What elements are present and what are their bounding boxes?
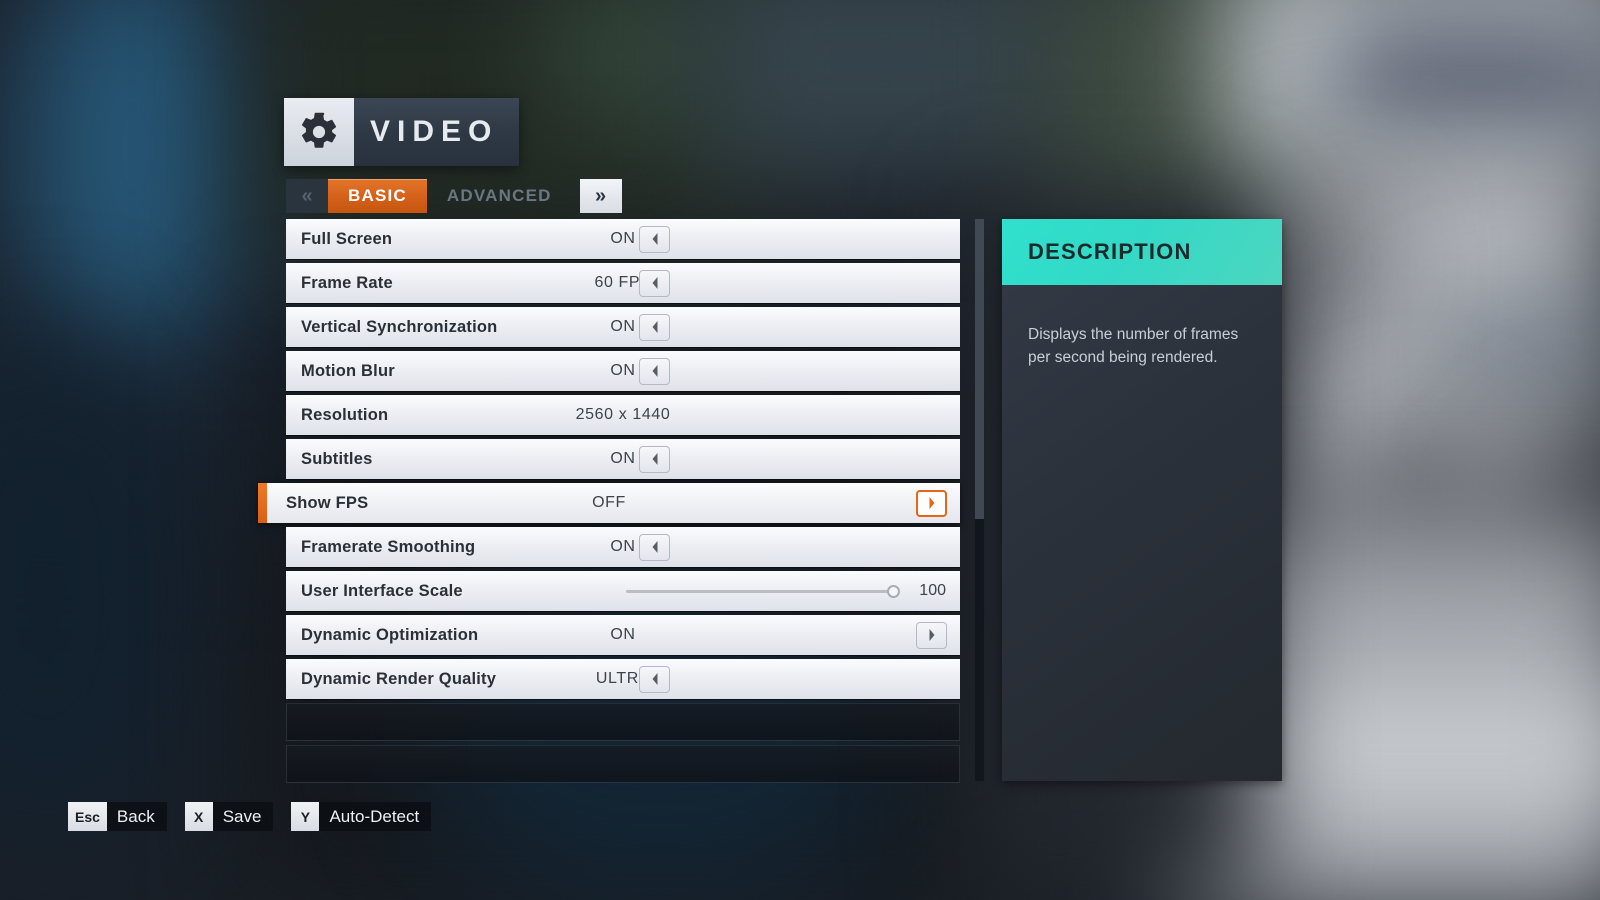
setting-label: Resolution <box>301 405 389 424</box>
setting-label: User Interface Scale <box>301 581 463 600</box>
chevron-left-icon[interactable] <box>639 357 670 385</box>
tab-advanced-label: ADVANCED <box>446 186 552 205</box>
description-body: Displays the number of frames per second… <box>1002 285 1282 370</box>
hint-save[interactable]: X Save <box>184 802 274 831</box>
gear-icon <box>284 98 354 166</box>
description-text: Displays the number of frames per second… <box>1028 326 1239 367</box>
setting-row-frame-rate[interactable]: Frame Rate 60 FPS <box>286 263 960 303</box>
footer-hints: Esc Back X Save Y Auto-Detect <box>68 802 432 831</box>
chevron-right-icon[interactable] <box>916 621 947 649</box>
selection-indicator <box>258 483 267 523</box>
hint-label: Back <box>116 806 155 826</box>
double-chevron-left-icon[interactable]: « <box>286 179 328 213</box>
setting-row-show-fps[interactable]: Show FPS OFF <box>258 483 960 523</box>
key-badge: Esc <box>68 802 107 831</box>
hint-label: Auto-Detect <box>329 806 420 826</box>
setting-row-dynamic-render-quality[interactable]: Dynamic Render Quality ULTRA <box>286 659 960 699</box>
setting-label: Subtitles <box>301 449 373 468</box>
description-heading: DESCRIPTION <box>1028 239 1192 264</box>
setting-row-subtitles[interactable]: Subtitles ON <box>286 439 960 479</box>
setting-label: Frame Rate <box>301 273 393 292</box>
chevron-right-icon[interactable] <box>916 489 947 517</box>
key-badge: X <box>184 802 213 831</box>
chevron-left-icon[interactable] <box>639 269 670 297</box>
setting-label: Motion Blur <box>301 361 395 380</box>
chevron-left-icon[interactable] <box>639 225 670 253</box>
setting-label: Show FPS <box>286 493 369 512</box>
setting-row-empty <box>286 703 960 741</box>
tab-bar: « BASIC ADVANCED » <box>286 179 622 213</box>
settings-list: Full Screen ON Frame Rate 60 FPS Vertica… <box>258 219 960 787</box>
setting-row-resolution[interactable]: Resolution 2560 x 1440 <box>286 395 960 435</box>
description-panel: DESCRIPTION Displays the number of frame… <box>1002 219 1282 781</box>
setting-row-full-screen[interactable]: Full Screen ON <box>286 219 960 259</box>
chevron-left-icon[interactable] <box>639 665 670 693</box>
ui-scale-slider[interactable] <box>626 584 900 598</box>
list-scrollbar[interactable] <box>975 219 984 781</box>
setting-row-empty <box>286 745 960 783</box>
setting-label: Vertical Synchronization <box>301 317 498 336</box>
description-header: DESCRIPTION <box>1002 219 1282 285</box>
hint-back[interactable]: Esc Back <box>68 802 167 831</box>
setting-row-framerate-smoothing[interactable]: Framerate Smoothing ON <box>286 527 960 567</box>
page-title: VIDEO <box>370 115 499 148</box>
setting-value: ON <box>610 450 636 467</box>
tab-basic-label: BASIC <box>348 186 407 205</box>
setting-label: Framerate Smoothing <box>301 537 476 556</box>
setting-label: Dynamic Render Quality <box>301 669 497 688</box>
chevron-left-icon[interactable] <box>639 313 670 341</box>
setting-row-motion-blur[interactable]: Motion Blur ON <box>286 351 960 391</box>
key-badge: Y <box>291 802 320 831</box>
page-header: VIDEO <box>284 98 519 166</box>
slider-knob[interactable] <box>887 584 900 598</box>
tab-advanced[interactable]: ADVANCED <box>427 179 572 213</box>
setting-row-user-interface-scale[interactable]: User Interface Scale 100 <box>286 571 960 611</box>
setting-label: Dynamic Optimization <box>301 625 479 644</box>
hint-auto-detect[interactable]: Y Auto-Detect <box>291 802 432 831</box>
tab-basic[interactable]: BASIC <box>328 179 427 213</box>
setting-row-vertical-synchronization[interactable]: Vertical Synchronization ON <box>286 307 960 347</box>
slider-value: 100 <box>919 582 946 599</box>
hint-label: Save <box>222 806 262 826</box>
scrollbar-thumb[interactable] <box>975 219 984 519</box>
double-chevron-right-icon[interactable]: » <box>579 179 622 213</box>
chevron-left-icon[interactable] <box>639 533 670 561</box>
page-title-box: VIDEO <box>354 98 519 166</box>
chevron-left-icon[interactable] <box>639 445 670 473</box>
slider-track[interactable] <box>626 589 893 593</box>
setting-label: Full Screen <box>301 229 393 248</box>
setting-row-dynamic-optimization[interactable]: Dynamic Optimization ON <box>286 615 960 655</box>
